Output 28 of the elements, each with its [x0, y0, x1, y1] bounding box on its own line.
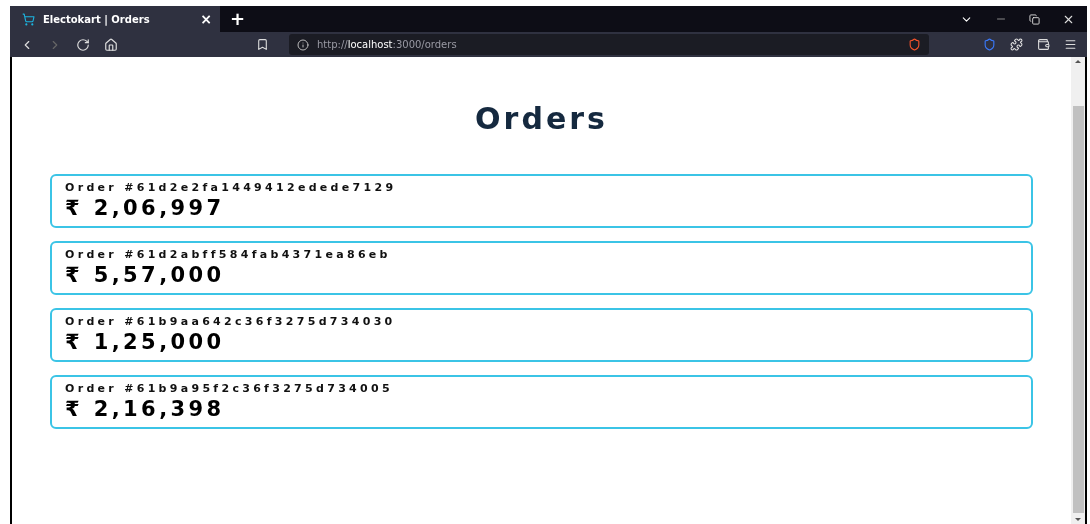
scroll-up-icon[interactable] — [1075, 60, 1081, 63]
shield-icon[interactable] — [908, 38, 921, 51]
order-id: Order #61b9aa642c36f3275d734030 — [65, 315, 396, 328]
cart-icon — [22, 12, 35, 26]
scrollbar[interactable] — [1071, 57, 1085, 524]
browser-tab[interactable]: Electokart | Orders × — [10, 6, 220, 32]
address-bar[interactable]: http://localhost:3000/orders — [289, 34, 929, 55]
new-tab-button[interactable]: + — [220, 6, 256, 32]
tab-title: Electokart | Orders — [43, 13, 151, 25]
reload-icon[interactable] — [76, 37, 90, 52]
wallet-icon[interactable] — [1037, 38, 1050, 51]
home-icon[interactable] — [104, 37, 118, 52]
bookmark-icon[interactable] — [256, 38, 269, 51]
order-amount: ₹ 2,06,997 — [65, 196, 225, 220]
order-amount: ₹ 5,57,000 — [65, 263, 225, 287]
scroll-down-icon[interactable] — [1075, 518, 1081, 521]
order-id: Order #61b9a95f2c36f3275d734005 — [65, 382, 393, 395]
info-icon — [297, 38, 309, 51]
restore-icon[interactable] — [1029, 13, 1040, 25]
puzzle-icon[interactable] — [1010, 38, 1023, 51]
close-tab-button[interactable]: × — [200, 12, 212, 26]
order-amount: ₹ 2,16,398 — [65, 397, 225, 421]
shield-icon[interactable] — [983, 38, 996, 51]
order-amount: ₹ 1,25,000 — [65, 330, 225, 354]
menu-icon[interactable] — [1064, 38, 1077, 51]
order-id: Order #61d2e2fa1449412edede7129 — [65, 181, 397, 194]
page-heading: Orders — [475, 101, 608, 136]
order-id: Order #61d2abff584fab4371ea86eb — [65, 248, 391, 261]
